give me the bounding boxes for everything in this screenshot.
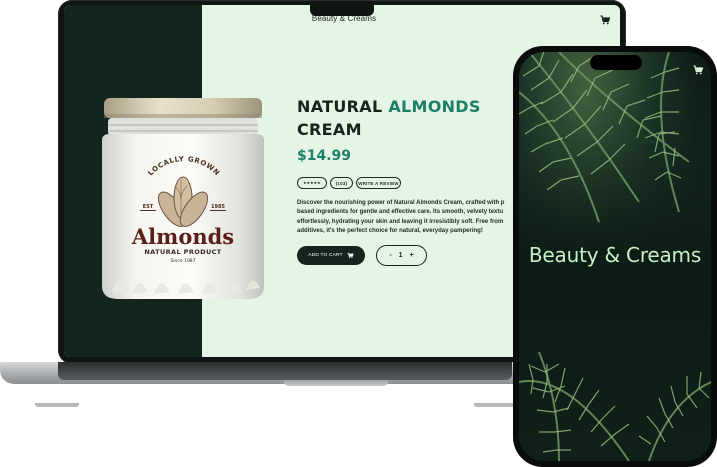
product-jar-image: LOCALLY GROWN EST 1985 Almonds NATURAL P… <box>102 98 264 299</box>
jar-est-text: EST <box>143 204 154 210</box>
laptop-notch <box>310 5 374 16</box>
rating-stars[interactable]: ★★★★★ <box>297 177 327 189</box>
laptop-foot <box>35 403 79 407</box>
star-icon: ★★★★★ <box>303 181 321 185</box>
jar-subtitle-text: NATURAL PRODUCT <box>144 248 221 256</box>
product-name-part1: NATURAL <box>297 97 389 116</box>
laptop-trackpad-groove <box>283 380 389 386</box>
write-review-button[interactable]: WRITE A REVIEW <box>356 177 401 189</box>
laptop-hinge <box>58 362 512 380</box>
quantity-value: 1 <box>398 252 403 259</box>
product-name-accent: ALMONDS <box>388 97 481 116</box>
phone-hero-title: Beauty & Creams <box>528 243 702 267</box>
cart-icon[interactable] <box>692 64 704 76</box>
product-name-part2: CREAM <box>297 120 362 139</box>
add-to-cart-button[interactable]: ADD TO CART <box>297 246 365 265</box>
cart-icon <box>347 252 354 259</box>
cart-icon[interactable] <box>599 14 611 26</box>
quantity-decrement-button[interactable]: - <box>389 252 391 259</box>
quantity-stepper[interactable]: - 1 + <box>376 245 427 266</box>
jar-year-text: 1985 <box>211 204 225 210</box>
jar-brand-text: Almonds <box>131 224 234 249</box>
jar-since-text: Since 1987 <box>170 258 195 264</box>
add-to-cart-label: ADD TO CART <box>308 253 343 258</box>
product-price: $14.99 <box>297 148 352 164</box>
quantity-increment-button[interactable]: + <box>410 252 414 259</box>
review-count-badge[interactable]: (103) <box>330 177 353 189</box>
phone-dynamic-island <box>590 55 642 70</box>
laptop-foot <box>474 403 518 407</box>
